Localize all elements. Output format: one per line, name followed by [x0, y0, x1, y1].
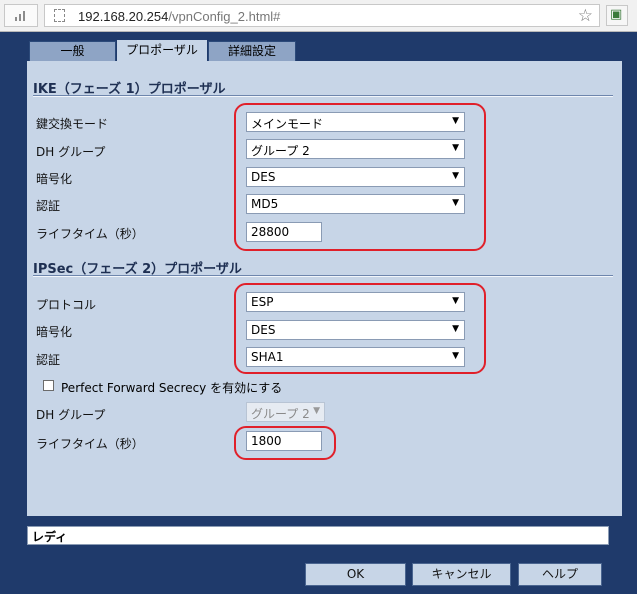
- ipsec-lifetime-label: ライフタイム（秒）: [36, 437, 144, 451]
- status-bar: レディ: [27, 526, 609, 545]
- tab-proposal[interactable]: プロポーザル: [117, 40, 207, 62]
- tab-general[interactable]: 一般: [29, 41, 116, 61]
- signal-bars-icon[interactable]: [4, 4, 38, 27]
- ike-lifetime-label: ライフタイム（秒）: [36, 227, 144, 241]
- ipsec-encryption-label: 暗号化: [36, 325, 73, 339]
- ike-encryption-label: 暗号化: [36, 172, 73, 186]
- address-bar[interactable]: 192.168.20.254/vpnConfig_2.html# ☆: [44, 4, 600, 27]
- ipsec-dh-group-select[interactable]: グループ 2 ▼: [246, 402, 325, 422]
- chevron-down-icon: ▼: [313, 406, 320, 416]
- ike-highlight-box: [234, 103, 486, 251]
- ipsec-auth-label: 認証: [36, 353, 61, 367]
- extension-icon[interactable]: ▣: [606, 5, 628, 26]
- bookmark-star-icon[interactable]: ☆: [578, 6, 593, 26]
- ike-dh-group-label: DH グループ: [36, 145, 106, 159]
- pfs-label: Perfect Forward Secrecy を有効にする: [61, 381, 283, 395]
- pfs-checkbox[interactable]: [43, 380, 54, 391]
- page-icon: [54, 9, 65, 22]
- browser-toolbar: 192.168.20.254/vpnConfig_2.html# ☆ ▣: [0, 0, 637, 32]
- key-exchange-label: 鍵交換モード: [36, 117, 109, 131]
- ok-button[interactable]: OK: [305, 563, 406, 586]
- ipsec-protocol-label: プロトコル: [36, 298, 97, 312]
- lifetime-highlight-box: [234, 426, 336, 460]
- ipsec-dh-group-label: DH グループ: [36, 408, 106, 422]
- url-path: /vpnConfig_2.html#: [168, 9, 281, 24]
- ipsec-highlight-box: [234, 283, 486, 374]
- cancel-button[interactable]: キャンセル: [412, 563, 511, 586]
- ipsec-dh-group-value: グループ 2: [251, 407, 310, 421]
- url-text: 192.168.20.254/vpnConfig_2.html#: [78, 9, 280, 24]
- ipsec-divider: [33, 275, 613, 277]
- tab-advanced[interactable]: 詳細設定: [208, 41, 296, 61]
- help-button[interactable]: ヘルプ: [518, 563, 602, 586]
- ike-divider: [33, 95, 613, 97]
- url-host: 192.168.20.254: [78, 9, 169, 24]
- ike-auth-label: 認証: [36, 199, 61, 213]
- proposal-panel: IKE（フェーズ 1）プロポーザル 鍵交換モード メインモード ▼ DH グルー…: [27, 61, 622, 516]
